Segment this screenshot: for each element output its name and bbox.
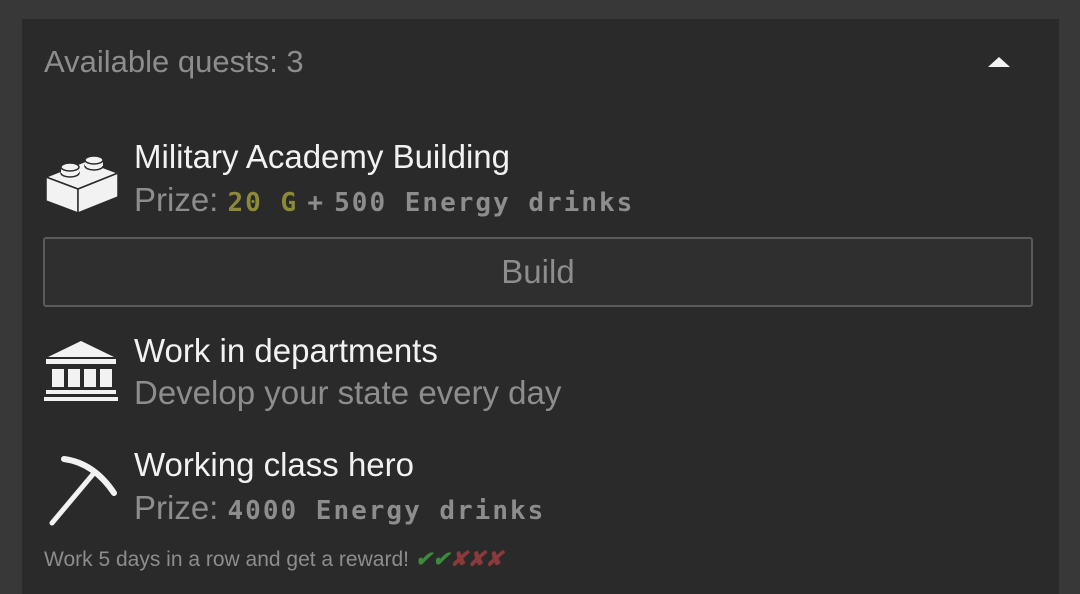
quests-panel: Available quests: 3 Military Academy Bui…	[22, 19, 1059, 594]
collapse-button[interactable]	[982, 49, 1016, 75]
quest-prize: Prize: 4000 Energy drinks	[134, 488, 545, 531]
streak-text: Work 5 days in a row and get a reward!	[44, 548, 409, 571]
pickaxe-icon	[49, 456, 117, 526]
quest-title: Work in departments	[134, 332, 438, 369]
quests-header-title: Available quests: 3	[44, 44, 304, 79]
lego-brick-icon	[43, 155, 120, 215]
quest-title: Military Academy Building	[134, 138, 510, 175]
quest-prize: Prize: 20 G + 500 Energy drinks	[134, 180, 634, 223]
build-button[interactable]: Build	[43, 237, 1033, 307]
quest-title: Working class hero	[134, 446, 415, 483]
prize-gold: 20 G	[227, 188, 299, 218]
chevron-up-icon	[988, 57, 1010, 67]
government-building-icon	[44, 341, 118, 401]
prize-plus: +	[307, 188, 325, 218]
streak-todo-marks: ✘✘✘	[450, 548, 503, 571]
streak-done-marks: ✔✔	[414, 548, 451, 571]
prize-energy: 4000 Energy drinks	[227, 496, 546, 526]
streak-info: Work 5 days in a row and get a reward! ✔…	[44, 547, 503, 572]
quest-description: Develop your state every day	[134, 374, 562, 411]
prize-label: Prize:	[134, 489, 219, 526]
prize-label: Prize:	[134, 181, 219, 218]
prize-energy: 500 Energy drinks	[334, 188, 635, 218]
